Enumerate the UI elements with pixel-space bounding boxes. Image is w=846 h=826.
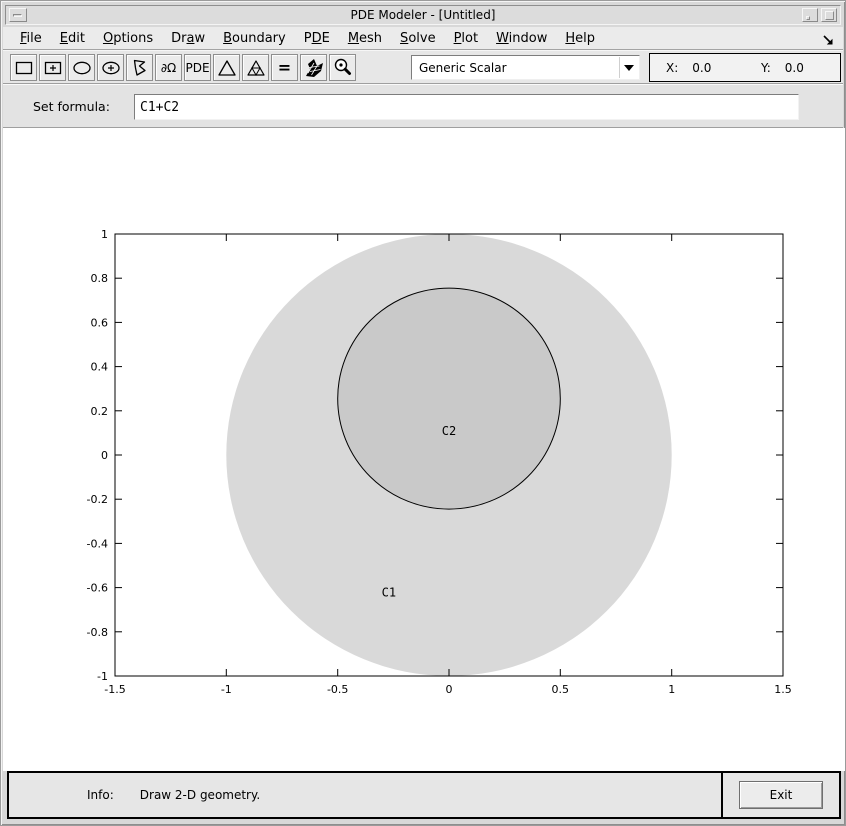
plot-solution-icon <box>305 58 323 77</box>
status-bar: Info: Draw 2-D geometry. Exit <box>7 771 841 819</box>
title-bar: PDE Modeler - [Untitled] <box>5 5 841 25</box>
maximize-button[interactable] <box>821 8 837 22</box>
draw-polygon-icon <box>133 59 146 76</box>
info-message: Draw 2-D geometry. <box>139 788 261 802</box>
menu-edit[interactable]: Edit <box>51 29 94 48</box>
mesh-mode-button[interactable] <box>213 54 240 81</box>
refine-mesh-button[interactable] <box>242 54 269 81</box>
menu-options[interactable]: Options <box>94 29 162 48</box>
region-C2[interactable] <box>337 287 561 510</box>
x-tick-label: 0.5 <box>552 683 570 696</box>
drawing-canvas[interactable]: -1.5 -1 -0.5 0 0.5 1 1.5 1 0.8 0.6 0.4 0.2 0 -0.2 -0.4… <box>3 128 845 771</box>
zoom-button[interactable] <box>329 54 356 81</box>
draw-ellipse-center-button[interactable] <box>97 54 124 81</box>
draw-ellipse-button[interactable] <box>68 54 95 81</box>
y-coordinate-label: Y: <box>761 60 771 75</box>
menu-mesh[interactable]: Mesh <box>339 29 391 48</box>
menu-draw[interactable]: Draw <box>162 29 214 48</box>
zoom-icon <box>334 58 351 75</box>
info-label: Info: <box>87 788 114 802</box>
minimize-icon <box>806 16 810 20</box>
draw-rectangle-button[interactable] <box>10 54 37 81</box>
y-tick-label: 0.2 <box>91 405 109 418</box>
menu-file[interactable]: File <box>11 29 51 48</box>
y-tick-label: 0.4 <box>91 361 109 374</box>
boundary-mode-button[interactable]: ∂Ω <box>155 54 182 81</box>
x-tick-label: 0 <box>446 683 453 696</box>
set-formula-panel: Set formula: <box>3 84 843 128</box>
y-tick-label: -0.8 <box>87 626 108 639</box>
dock-arrow-icon[interactable] <box>822 32 835 51</box>
menu-pde[interactable]: PDE <box>295 29 339 48</box>
solve-pde-icon: = <box>277 57 292 77</box>
plot-solution-button[interactable] <box>300 54 327 81</box>
y-tick-label: -0.4 <box>87 537 108 550</box>
solve-pde-button[interactable]: = <box>271 54 298 81</box>
draw-polygon-button[interactable] <box>126 54 153 81</box>
draw-ellipse-center-icon <box>101 61 120 74</box>
set-formula-label: Set formula: <box>33 99 110 114</box>
menu-boundary[interactable]: Boundary <box>214 29 295 48</box>
dropdown-arrow-icon[interactable] <box>619 57 638 78</box>
menu-window[interactable]: Window <box>487 29 556 48</box>
set-formula-input[interactable] <box>134 94 799 120</box>
y-tick-label: 0.6 <box>91 316 109 329</box>
region-label-C1: C1 <box>382 585 396 599</box>
draw-ellipse-icon <box>72 61 91 74</box>
boundary-mode-icon: ∂Ω <box>160 60 177 75</box>
maximize-icon <box>825 11 834 20</box>
pde-mode-icon: PDE <box>185 60 210 75</box>
window-title: PDE Modeler - [Untitled] <box>350 8 496 22</box>
coordinates-panel: X: 0.0 Y: 0.0 <box>649 53 841 82</box>
draw-rectangle-center-icon <box>44 61 61 74</box>
y-tick-label: 0 <box>101 449 108 462</box>
y-tick-label: -0.2 <box>87 493 108 506</box>
menu-bar: File Edit Options Draw Boundary PDE Mesh Solve P… <box>3 27 843 50</box>
x-tick-label: -1.5 <box>104 683 125 696</box>
minimize-button[interactable] <box>802 8 818 22</box>
menu-plot[interactable]: Plot <box>445 29 488 48</box>
region-label-C2: C2 <box>442 424 456 438</box>
x-tick-label: 1 <box>668 683 675 696</box>
exit-button[interactable]: Exit <box>739 781 823 809</box>
x-tick-label: -1 <box>221 683 232 696</box>
y-tick-label: 0.8 <box>91 272 109 285</box>
x-coordinate-value: 0.0 <box>692 60 712 75</box>
mesh-mode-icon <box>217 59 236 76</box>
y-tick-label: 1 <box>101 228 108 241</box>
x-tick-label: -0.5 <box>327 683 348 696</box>
x-tick-label: 1.5 <box>774 683 792 696</box>
application-dropdown[interactable]: Generic Scalar <box>411 55 640 80</box>
y-tick-label: -0.6 <box>87 582 108 595</box>
application-dropdown-value: Generic Scalar <box>419 60 507 75</box>
y-coordinate-value: 0.0 <box>784 60 804 75</box>
geometry-plot: -1.5 -1 -0.5 0 0.5 1 1.510.80.60.40.20-0.2-0.4… <box>87 228 792 696</box>
draw-rectangle-center-button[interactable] <box>39 54 66 81</box>
menu-help[interactable]: Help <box>556 29 604 48</box>
info-section: Info: Draw 2-D geometry. <box>9 773 723 817</box>
pde-mode-button[interactable]: PDE <box>184 54 211 81</box>
toolbar: ∂Ω PDE = Generic Scalar X: 0.0 Y: 0.0 <box>3 50 843 84</box>
refine-mesh-icon <box>246 59 265 76</box>
draw-rectangle-icon <box>15 61 32 74</box>
menu-solve[interactable]: Solve <box>391 29 445 48</box>
exit-section: Exit <box>723 773 839 817</box>
pde-modeler-window: PDE Modeler - [Untitled] File Edit Options… <box>0 0 846 826</box>
x-coordinate-label: X: <box>666 60 679 75</box>
y-tick-label: -1 <box>97 670 108 683</box>
